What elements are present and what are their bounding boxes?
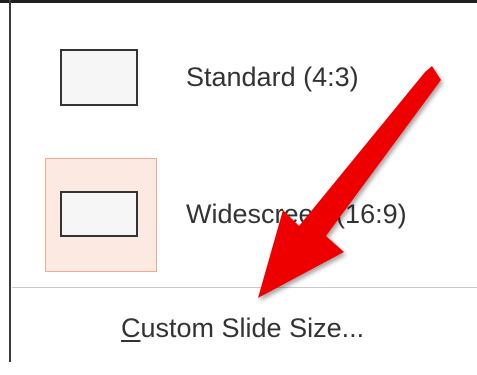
custom-label: ustom Slide Size... [140,313,365,343]
custom-access-key: C [121,313,141,343]
menu-item-widescreen[interactable]: Widescreen (16:9) [12,152,477,276]
standard-label: Standard (4:3) [186,62,359,92]
standard-thumbnail-frame [44,24,158,134]
standard-aspect-icon [60,49,138,106]
menu-item-standard[interactable]: Standard (4:3) [12,24,477,134]
slide-size-dropdown: Standard (4:3) Widescreen (16:9) Custom … [0,0,477,375]
menu-divider [12,287,477,288]
widescreen-label: Widescreen (16:9) [186,199,407,229]
menu-top-border [0,0,477,3]
widescreen-thumbnail-frame-selected [45,158,157,272]
widescreen-aspect-icon [60,191,138,237]
menu-left-border [9,0,11,362]
menu-item-custom-slide-size[interactable]: Custom Slide Size... [121,313,364,344]
